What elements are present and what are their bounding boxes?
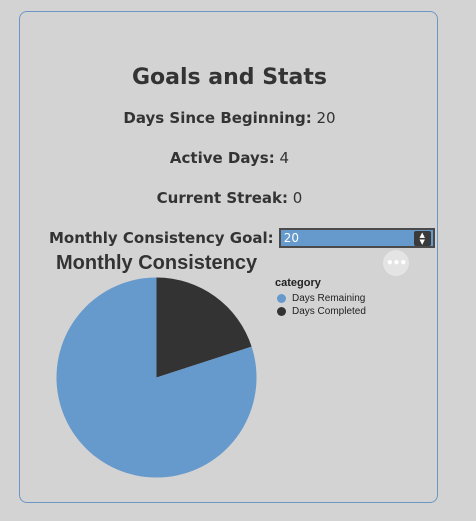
- legend-title: category: [275, 277, 321, 289]
- days-since-beginning-value: 20: [316, 109, 336, 127]
- chart-more-button[interactable]: •••: [383, 250, 409, 276]
- current-streak-label: Current Streak:: [156, 189, 289, 207]
- spinner-down-icon[interactable]: ▼: [419, 238, 424, 246]
- more-dots-icon: •••: [385, 256, 407, 270]
- active-days-label: Active Days:: [169, 149, 275, 167]
- legend-swatch: [277, 294, 286, 303]
- goals-stats-panel: Goals and Stats Days Since Beginning: 20…: [19, 11, 438, 503]
- active-days-stat: Active Days: 4: [20, 149, 439, 167]
- pie-chart: [56, 277, 257, 478]
- legend-swatch: [277, 307, 286, 316]
- legend-item[interactable]: Days Completed: [275, 305, 366, 318]
- number-spinner[interactable]: ▲ ▼: [413, 231, 431, 246]
- page-title: Goals and Stats: [131, 65, 328, 90]
- monthly-goal-value[interactable]: 20: [281, 231, 299, 245]
- legend-label: Days Completed: [292, 306, 366, 317]
- monthly-goal-row: Monthly Consistency Goal: 20 ▲ ▼: [49, 227, 435, 249]
- legend-item[interactable]: Days Remaining: [275, 292, 366, 305]
- days-since-beginning-label: Days Since Beginning:: [123, 109, 312, 127]
- active-days-value: 4: [279, 149, 290, 167]
- current-streak-value: 0: [292, 189, 303, 207]
- current-streak-stat: Current Streak: 0: [20, 189, 439, 207]
- legend-label: Days Remaining: [292, 293, 366, 304]
- monthly-goal-label: Monthly Consistency Goal:: [49, 229, 274, 247]
- chart-legend: category Days Remaining Days Completed: [275, 277, 366, 318]
- chart-title: Monthly Consistency: [56, 252, 258, 274]
- monthly-goal-input[interactable]: 20 ▲ ▼: [278, 228, 435, 248]
- days-since-beginning-stat: Days Since Beginning: 20: [20, 109, 439, 127]
